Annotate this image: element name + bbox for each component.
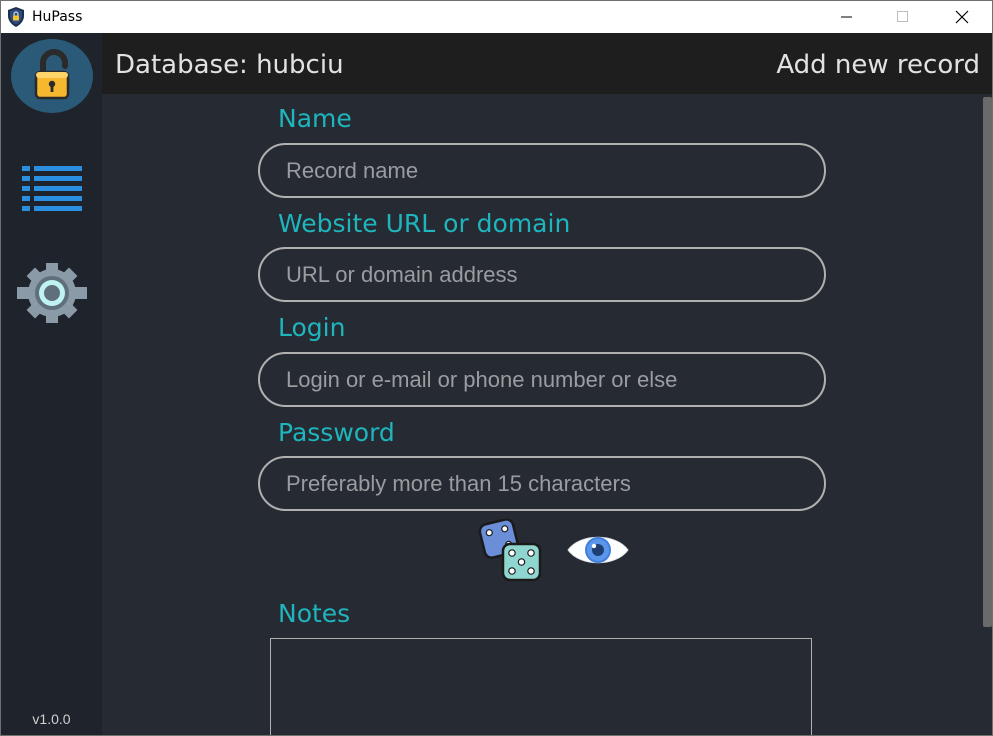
website-label: Website URL or domain (278, 209, 571, 238)
lock-database-button[interactable] (11, 39, 93, 113)
settings-button[interactable] (15, 263, 89, 323)
toggle-password-visibility-button[interactable] (566, 531, 630, 569)
eye-icon (567, 536, 629, 564)
database-name: Database: hubciu (115, 50, 344, 80)
list-icon (22, 166, 82, 211)
notes-label: Notes (278, 599, 351, 628)
app-version: v1.0.0 (32, 711, 71, 727)
sidebar: v1.0.0 (1, 33, 102, 735)
notes-textarea[interactable] (270, 638, 812, 735)
dice-icon (478, 518, 542, 582)
generate-password-button[interactable] (477, 518, 545, 583)
close-icon (955, 10, 969, 24)
name-label: Name (278, 104, 352, 133)
website-input[interactable] (258, 247, 826, 302)
vertical-scrollbar[interactable] (980, 94, 992, 735)
maximize-icon (897, 11, 908, 22)
password-input[interactable] (258, 456, 826, 511)
maximize-button[interactable] (880, 1, 926, 33)
page-title: Add new record (776, 50, 980, 80)
window-title: HuPass (32, 9, 83, 25)
records-list-button[interactable] (21, 165, 83, 213)
scrollbar-thumb[interactable] (983, 97, 992, 627)
minimize-icon (841, 16, 852, 18)
shield-logo-icon (8, 7, 24, 27)
title-bar: HuPass (1, 1, 992, 33)
header-bar: Database: hubciu Add new record (102, 33, 992, 94)
gear-icon (17, 263, 87, 323)
app-window: HuPass v1.0.0 Database: hubciu Add new r… (0, 0, 993, 736)
login-label: Login (278, 313, 346, 342)
login-input[interactable] (258, 352, 826, 407)
minimize-button[interactable] (824, 1, 870, 33)
close-button[interactable] (939, 1, 985, 33)
name-input[interactable] (258, 143, 826, 198)
password-label: Password (278, 418, 395, 447)
unlocked-padlock-icon (16, 40, 88, 112)
record-form: Name Website URL or domain Login Passwor… (102, 94, 980, 735)
